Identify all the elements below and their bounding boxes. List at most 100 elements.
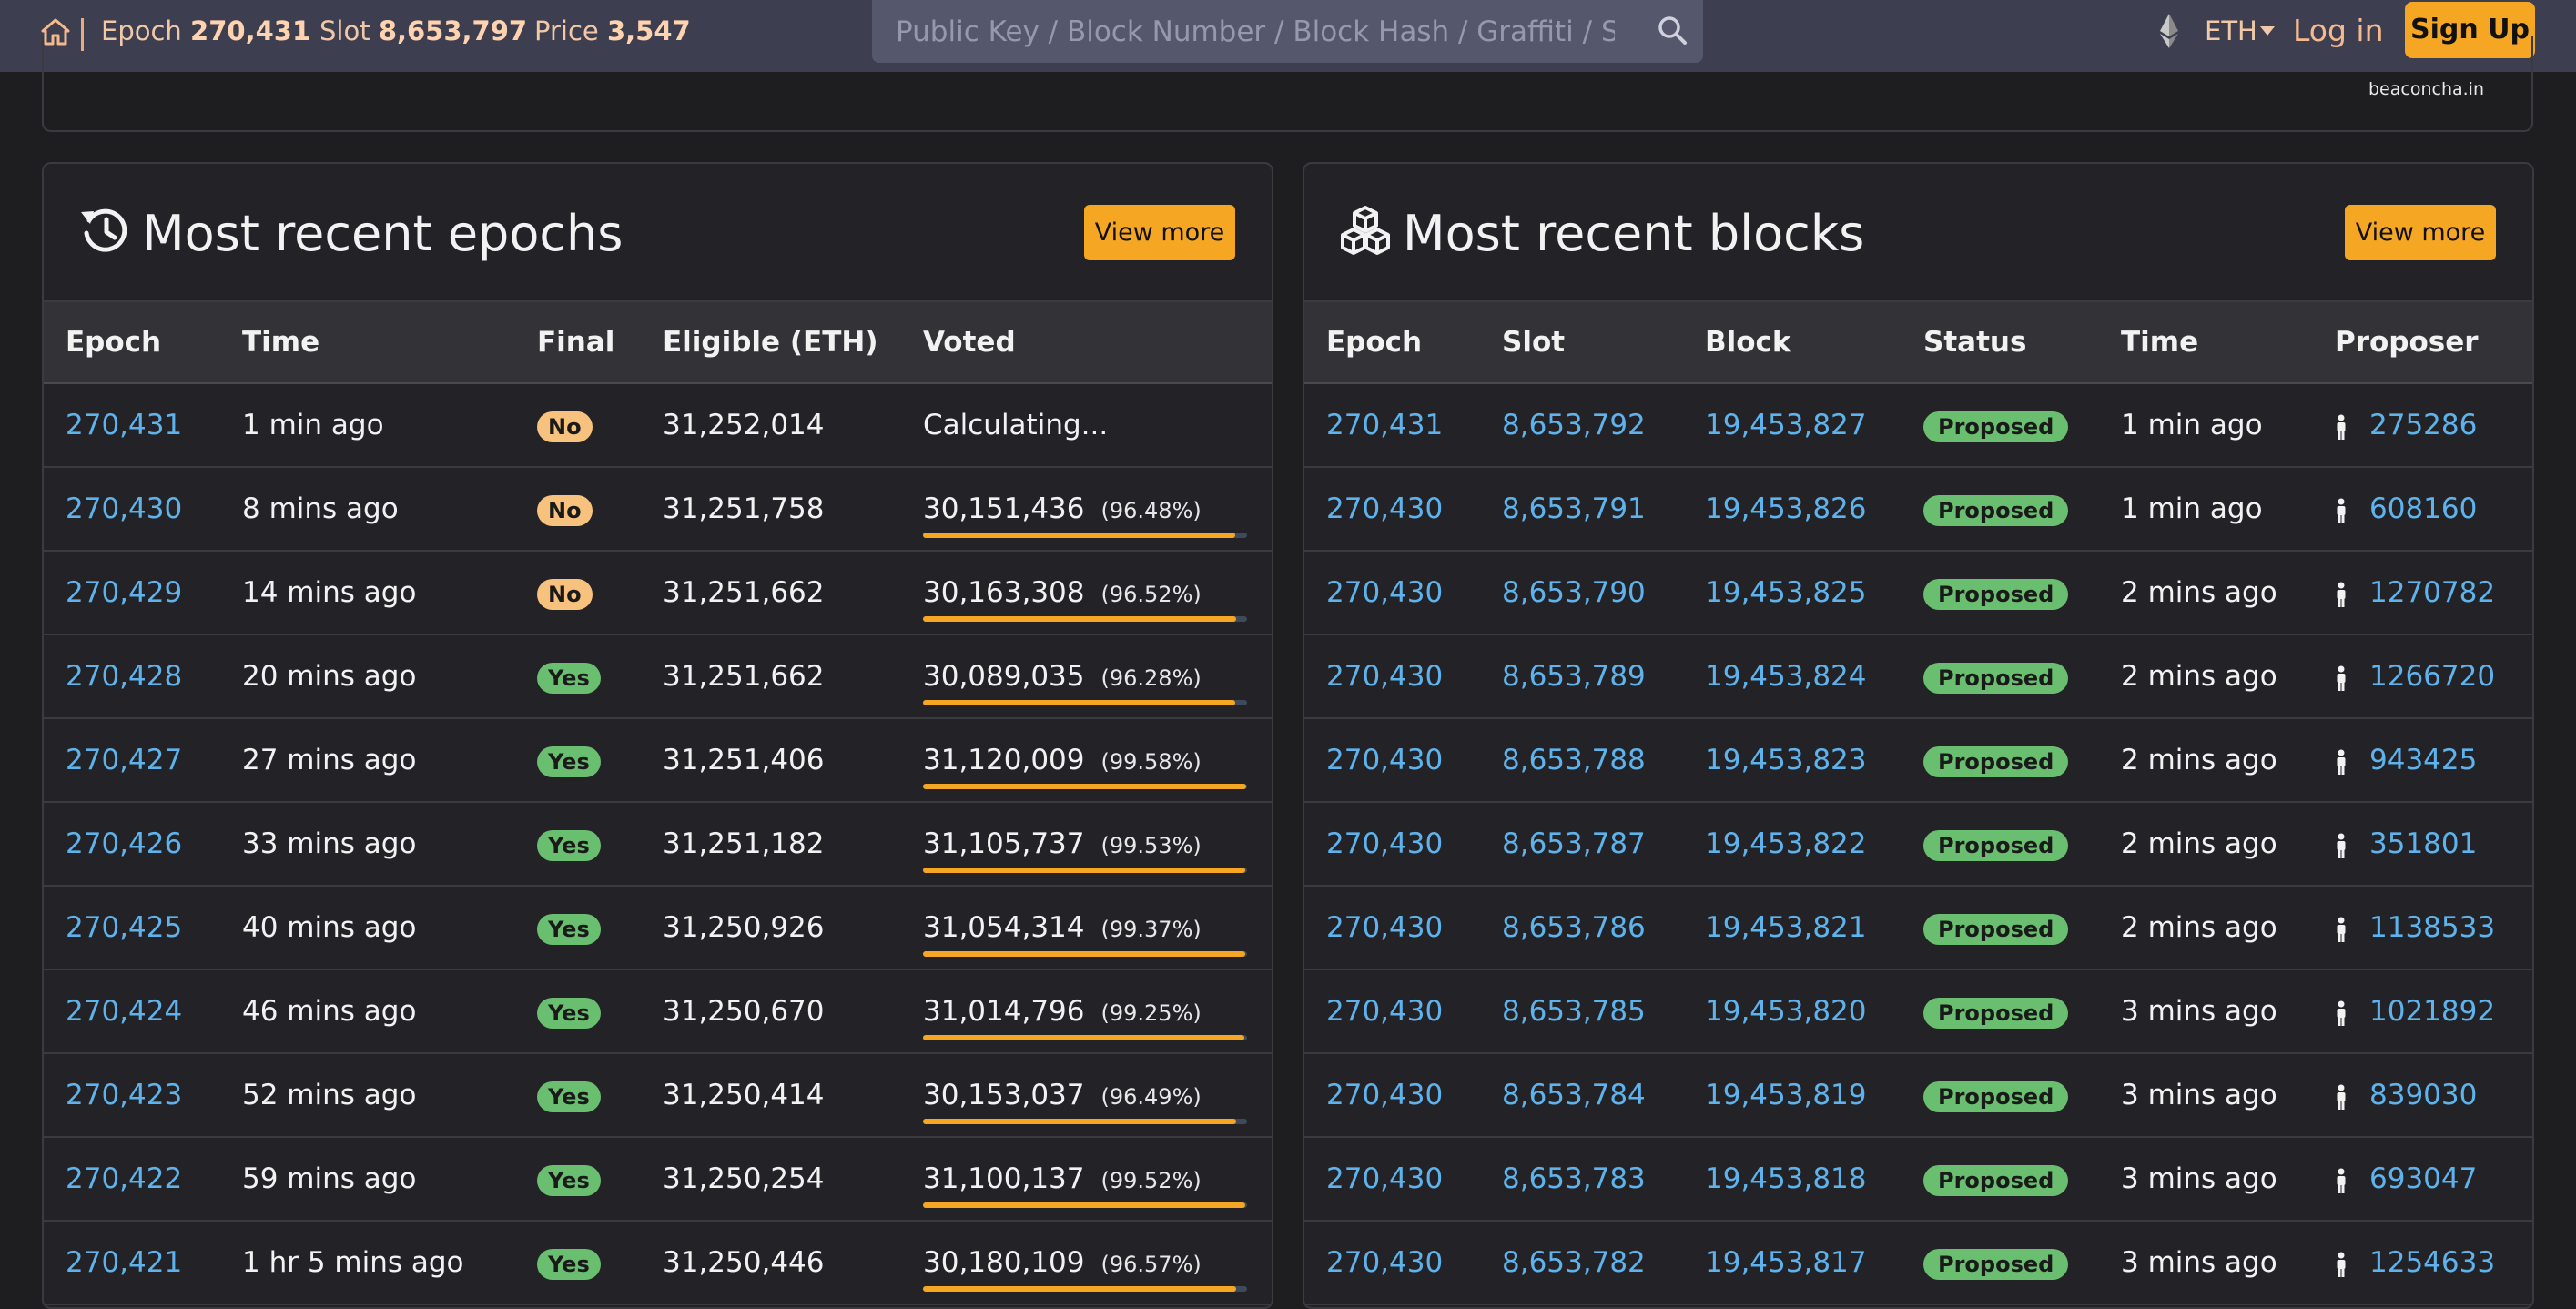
proposer-link[interactable]: 1270782 [2369, 576, 2495, 609]
epoch-link[interactable]: 270,430 [1326, 660, 1443, 693]
recent-epochs-header: Most recent epochs View more [44, 164, 1272, 300]
blocks-col-slot[interactable]: Slot [1480, 300, 1683, 384]
epoch-link[interactable]: 270,430 [1326, 576, 1443, 609]
epoch-link[interactable]: 270,430 [1326, 995, 1443, 1028]
proposer-link[interactable]: 351801 [2369, 827, 2477, 860]
block-link[interactable]: 19,453,826 [1705, 492, 1867, 525]
slot-link[interactable]: 8,653,788 [1502, 744, 1646, 776]
epoch-link[interactable]: 270,430 [1326, 827, 1443, 860]
proposer-link[interactable]: 1266720 [2369, 660, 2495, 693]
block-link[interactable]: 19,453,820 [1705, 995, 1867, 1028]
eligible-cell: 31,251,662 [641, 551, 901, 635]
final-cell: No [515, 383, 641, 468]
slot-link[interactable]: 8,653,789 [1502, 660, 1646, 693]
status-cell: Proposed [1902, 383, 2099, 468]
time-cell: 3 mins ago [2099, 1137, 2313, 1222]
epochs-col-time[interactable]: Time [220, 300, 515, 384]
epoch-link[interactable]: 270,430 [1326, 911, 1443, 944]
epochs-col-final[interactable]: Final [515, 300, 641, 384]
block-link[interactable]: 19,453,821 [1705, 911, 1867, 944]
slot-link[interactable]: 8,653,784 [1502, 1079, 1646, 1111]
epoch-link[interactable]: 270,430 [1326, 1162, 1443, 1195]
blocks-col-epoch[interactable]: Epoch [1304, 300, 1480, 384]
block-link[interactable]: 19,453,819 [1705, 1079, 1867, 1111]
time-cell: 3 mins ago [2099, 969, 2313, 1054]
epoch-cell: 270,430 [1304, 969, 1480, 1054]
voted-percent: (99.53%) [1100, 833, 1202, 858]
epoch-link[interactable]: 270,431 [1326, 409, 1443, 441]
epoch-link[interactable]: 270,425 [66, 911, 182, 944]
epoch-link[interactable]: 270,430 [1326, 744, 1443, 776]
table-row: 270,431 1 min ago No 31,252,014 Calculating.… [44, 383, 1272, 468]
proposer-link[interactable]: 1138533 [2369, 911, 2495, 944]
slot-link[interactable]: 8,653,782 [1502, 1246, 1646, 1279]
epoch-link[interactable]: 270,430 [66, 492, 182, 525]
epoch-cell: 270,421 [44, 1221, 220, 1305]
slot-link[interactable]: 8,653,792 [1502, 409, 1646, 441]
epoch-link[interactable]: 270,430 [1326, 1079, 1443, 1111]
block-link[interactable]: 19,453,823 [1705, 744, 1867, 776]
proposer-link[interactable]: 1021892 [2369, 995, 2495, 1028]
epoch-link[interactable]: 270,423 [66, 1079, 182, 1111]
epoch-link[interactable]: 270,430 [1326, 1246, 1443, 1279]
slot-link[interactable]: 8,653,785 [1502, 995, 1646, 1028]
slot-cell: 8,653,791 [1480, 467, 1683, 552]
blocks-col-time[interactable]: Time [2099, 300, 2313, 384]
final-cell: Yes [515, 1053, 641, 1138]
block-link[interactable]: 19,453,825 [1705, 576, 1867, 609]
block-link[interactable]: 19,453,818 [1705, 1162, 1867, 1195]
proposer-link[interactable]: 693047 [2369, 1162, 2477, 1195]
epoch-link[interactable]: 270,430 [1326, 492, 1443, 525]
user-icon [2335, 1168, 2348, 1193]
proposer-cell: 608160 [2313, 467, 2532, 552]
time-cell: 2 mins ago [2099, 551, 2313, 635]
chevron-down-icon[interactable] [2260, 26, 2275, 36]
blocks-col-proposer[interactable]: Proposer [2313, 300, 2532, 384]
voted-progress-bar [923, 951, 1247, 957]
epoch-link[interactable]: 270,428 [66, 660, 182, 693]
block-link[interactable]: 19,453,822 [1705, 827, 1867, 860]
epoch-link[interactable]: 270,427 [66, 744, 182, 776]
blocks-col-status[interactable]: Status [1902, 300, 2099, 384]
table-row: 270,430 8 mins ago No 31,251,758 30,151,436 (… [44, 467, 1272, 552]
epoch-cell: 270,428 [44, 634, 220, 719]
user-icon [2335, 917, 2348, 942]
epoch-link[interactable]: 270,422 [66, 1162, 182, 1195]
slot-link[interactable]: 8,653,787 [1502, 827, 1646, 860]
epoch-cell: 270,427 [44, 718, 220, 803]
epoch-link[interactable]: 270,421 [66, 1246, 182, 1279]
user-icon [2335, 833, 2348, 858]
slot-link[interactable]: 8,653,786 [1502, 911, 1646, 944]
proposer-link[interactable]: 943425 [2369, 744, 2477, 776]
blocks-view-more-button[interactable]: View more [2345, 205, 2496, 260]
table-row: 270,429 14 mins ago No 31,251,662 30,163,308… [44, 551, 1272, 635]
epoch-link[interactable]: 270,424 [66, 995, 182, 1028]
epochs-col-epoch[interactable]: Epoch [44, 300, 220, 384]
epochs-col-eligible[interactable]: Eligible (ETH) [641, 300, 901, 384]
epochs-view-more-button[interactable]: View more [1084, 205, 1235, 260]
attribution-text: beaconcha.in [2368, 79, 2484, 99]
table-row: 270,430 8,653,786 19,453,821 Proposed 2 mins… [1304, 886, 2532, 970]
recent-blocks-header: Most recent blocks View more [1304, 164, 2532, 300]
blocks-col-block[interactable]: Block [1683, 300, 1902, 384]
slot-link[interactable]: 8,653,790 [1502, 576, 1646, 609]
slot-link[interactable]: 8,653,791 [1502, 492, 1646, 525]
voted-progress-fill [923, 616, 1236, 622]
block-link[interactable]: 19,453,824 [1705, 660, 1867, 693]
eligible-cell: 31,250,446 [641, 1221, 901, 1305]
proposer-link[interactable]: 275286 [2369, 409, 2477, 441]
epoch-link[interactable]: 270,426 [66, 827, 182, 860]
proposer-link[interactable]: 1254633 [2369, 1246, 2495, 1279]
block-link[interactable]: 19,453,827 [1705, 409, 1867, 441]
epochs-col-voted[interactable]: Voted [901, 300, 1272, 384]
voted-wrapper: Calculating... [923, 409, 1247, 441]
proposer-link[interactable]: 839030 [2369, 1079, 2477, 1111]
voted-value: 31,054,314 [923, 911, 1085, 944]
proposer-cell: 693047 [2313, 1137, 2532, 1222]
table-row: 270,425 40 mins ago Yes 31,250,926 31,054,31… [44, 886, 1272, 970]
epoch-link[interactable]: 270,431 [66, 409, 182, 441]
block-link[interactable]: 19,453,817 [1705, 1246, 1867, 1279]
proposer-link[interactable]: 608160 [2369, 492, 2477, 525]
epoch-link[interactable]: 270,429 [66, 576, 182, 609]
slot-link[interactable]: 8,653,783 [1502, 1162, 1646, 1195]
